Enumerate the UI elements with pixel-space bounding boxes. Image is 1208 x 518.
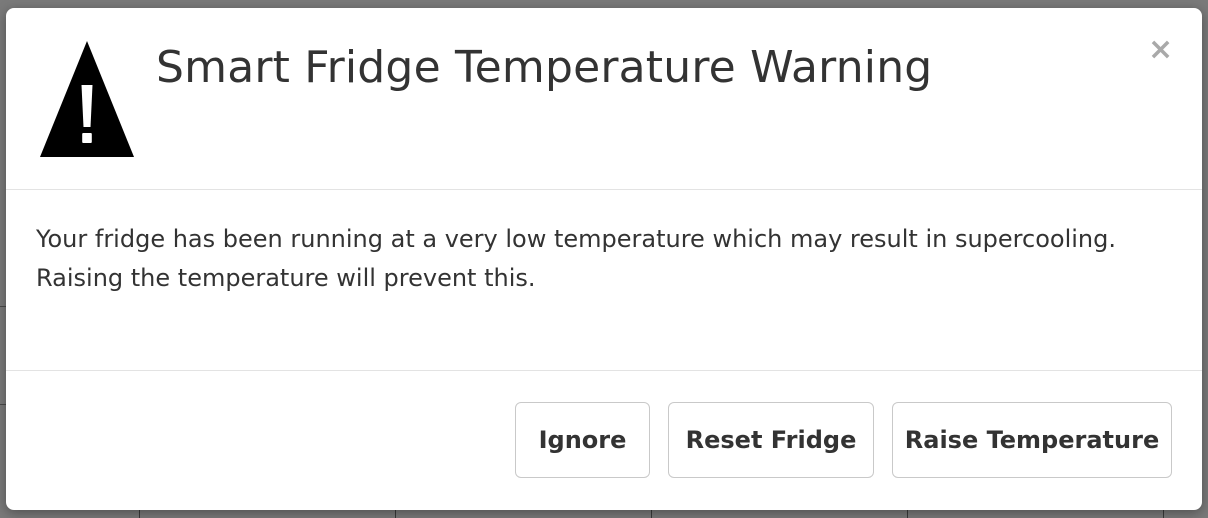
dialog-header: Smart Fridge Temperature Warning × (6, 8, 1202, 190)
dialog-message-line: Raising the temperature will prevent thi… (36, 264, 536, 292)
close-icon[interactable]: × (1148, 35, 1173, 65)
raise-temperature-button[interactable]: Raise Temperature (892, 402, 1172, 478)
reset-fridge-button[interactable]: Reset Fridge (668, 402, 874, 478)
dialog-message-line: Your fridge has been running at a very l… (36, 225, 1116, 253)
dialog-title: Smart Fridge Temperature Warning (156, 42, 933, 93)
dialog-footer: Ignore Reset Fridge Raise Temperature (6, 371, 1202, 510)
warning-triangle-icon (40, 41, 134, 157)
dialog-body: Your fridge has been running at a very l… (6, 190, 1202, 371)
dialog-message: Your fridge has been running at a very l… (36, 220, 1156, 298)
temperature-warning-dialog: Smart Fridge Temperature Warning × Your … (6, 8, 1202, 510)
ignore-button[interactable]: Ignore (515, 402, 650, 478)
